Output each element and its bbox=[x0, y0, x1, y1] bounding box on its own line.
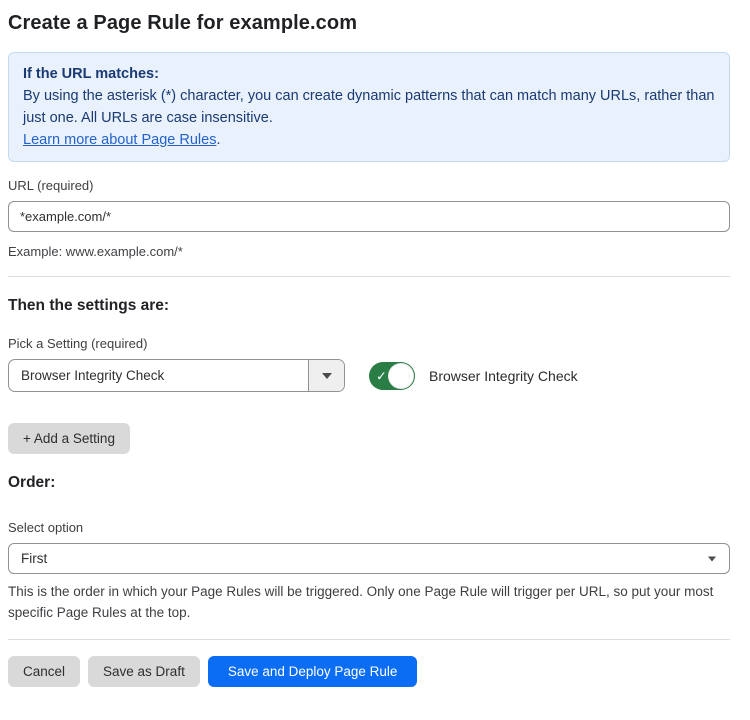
url-input[interactable] bbox=[8, 201, 730, 232]
setting-select[interactable]: Browser Integrity Check bbox=[8, 359, 345, 392]
setting-select-value: Browser Integrity Check bbox=[9, 360, 308, 391]
setting-select-arrow-button[interactable] bbox=[308, 360, 344, 391]
add-setting-button[interactable]: + Add a Setting bbox=[8, 423, 130, 454]
learn-more-link[interactable]: Learn more about Page Rules bbox=[23, 132, 216, 148]
info-box-heading: If the URL matches: bbox=[23, 63, 715, 85]
toggle-knob bbox=[388, 363, 414, 389]
save-as-draft-button[interactable]: Save as Draft bbox=[88, 656, 200, 687]
order-select[interactable]: First bbox=[8, 543, 730, 574]
browser-integrity-check-toggle[interactable]: ✓ bbox=[369, 362, 415, 390]
chevron-down-icon bbox=[708, 556, 716, 561]
order-section-heading: Order: bbox=[8, 474, 730, 492]
cancel-button[interactable]: Cancel bbox=[8, 656, 80, 687]
link-period: . bbox=[216, 132, 220, 148]
check-icon: ✓ bbox=[376, 369, 387, 382]
chevron-down-icon bbox=[322, 373, 332, 379]
toggle-label: Browser Integrity Check bbox=[429, 368, 578, 384]
order-select-label: Select option bbox=[8, 520, 730, 535]
section-divider-bottom bbox=[8, 639, 730, 640]
page-title: Create a Page Rule for example.com bbox=[8, 12, 730, 35]
url-example-helper: Example: www.example.com/* bbox=[8, 241, 730, 262]
order-select-value: First bbox=[21, 551, 47, 566]
save-and-deploy-button[interactable]: Save and Deploy Page Rule bbox=[208, 656, 418, 687]
order-helper-text: This is the order in which your Page Rul… bbox=[8, 581, 730, 623]
url-field-label: URL (required) bbox=[8, 178, 730, 193]
settings-section-heading: Then the settings are: bbox=[8, 297, 730, 315]
info-box-body: By using the asterisk (*) character, you… bbox=[23, 85, 715, 129]
pick-setting-label: Pick a Setting (required) bbox=[8, 336, 730, 351]
setting-row: Browser Integrity Check ✓ Browser Integr… bbox=[8, 359, 730, 392]
section-divider-top bbox=[8, 276, 730, 277]
info-box-link-line: Learn more about Page Rules. bbox=[23, 129, 715, 151]
url-match-info-box: If the URL matches: By using the asteris… bbox=[8, 52, 730, 162]
footer-actions: Cancel Save as Draft Save and Deploy Pag… bbox=[8, 656, 730, 687]
create-page-rule-form: Create a Page Rule for example.com If th… bbox=[0, 0, 750, 707]
